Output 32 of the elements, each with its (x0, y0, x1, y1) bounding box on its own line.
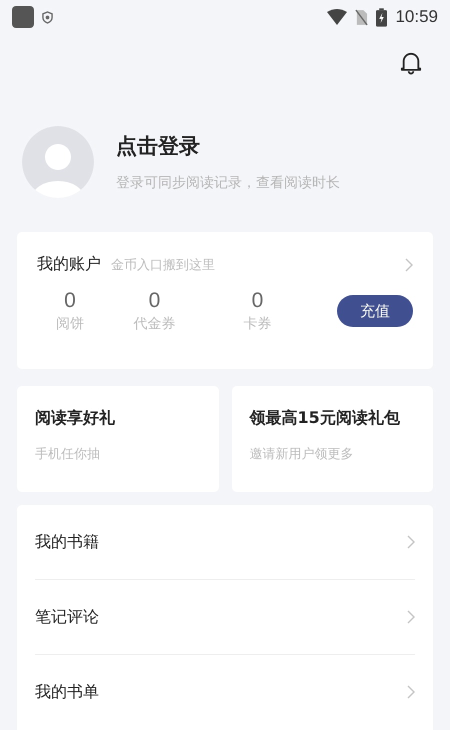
stat-label: 卡券 (244, 315, 272, 333)
stat-value: 0 (252, 289, 264, 313)
bell-icon[interactable] (400, 51, 422, 75)
chevron-right-icon[interactable] (405, 258, 413, 272)
menu-item[interactable]: 我的书单 (35, 682, 99, 702)
account-hint: 金币入口搬到这里 (111, 256, 216, 274)
menu-item[interactable]: 笔记评论 (35, 606, 99, 628)
promo-title: 领最高15元阅读礼包 (250, 408, 401, 429)
promo-subtitle: 手机任你抽 (35, 446, 101, 463)
avatar-icon[interactable] (22, 126, 94, 198)
stat-label: 阅饼 (56, 315, 84, 333)
promo-title: 阅读享好礼 (35, 408, 116, 429)
login-subtitle: 登录可同步阅读记录，查看阅读时长 (116, 174, 340, 192)
recharge-button[interactable]: 充值 (337, 295, 413, 327)
chevron-right-icon[interactable] (407, 535, 415, 549)
menu-item[interactable]: 我的书籍 (35, 532, 99, 552)
stat-value: 0 (64, 289, 76, 313)
promo-subtitle: 邀请新用户领更多 (250, 446, 354, 463)
shield-icon (42, 10, 53, 24)
no-sim-icon (355, 8, 368, 26)
wifi-icon (327, 9, 348, 25)
login-title[interactable]: 点击登录 (116, 132, 340, 160)
promo-card[interactable]: 领最高15元阅读礼包 邀请新用户领更多 (232, 386, 433, 492)
app-icon (12, 6, 34, 28)
stat-label: 代金券 (134, 315, 176, 333)
chevron-right-icon[interactable] (407, 685, 415, 699)
clock-time: 10:59 (395, 7, 438, 27)
promo-card[interactable]: 阅读享好礼 手机任你抽 (17, 386, 218, 492)
battery-icon (376, 8, 388, 26)
chevron-right-icon[interactable] (407, 610, 415, 624)
account-title[interactable]: 我的账户 (37, 254, 101, 275)
stat-value: 0 (148, 289, 160, 313)
